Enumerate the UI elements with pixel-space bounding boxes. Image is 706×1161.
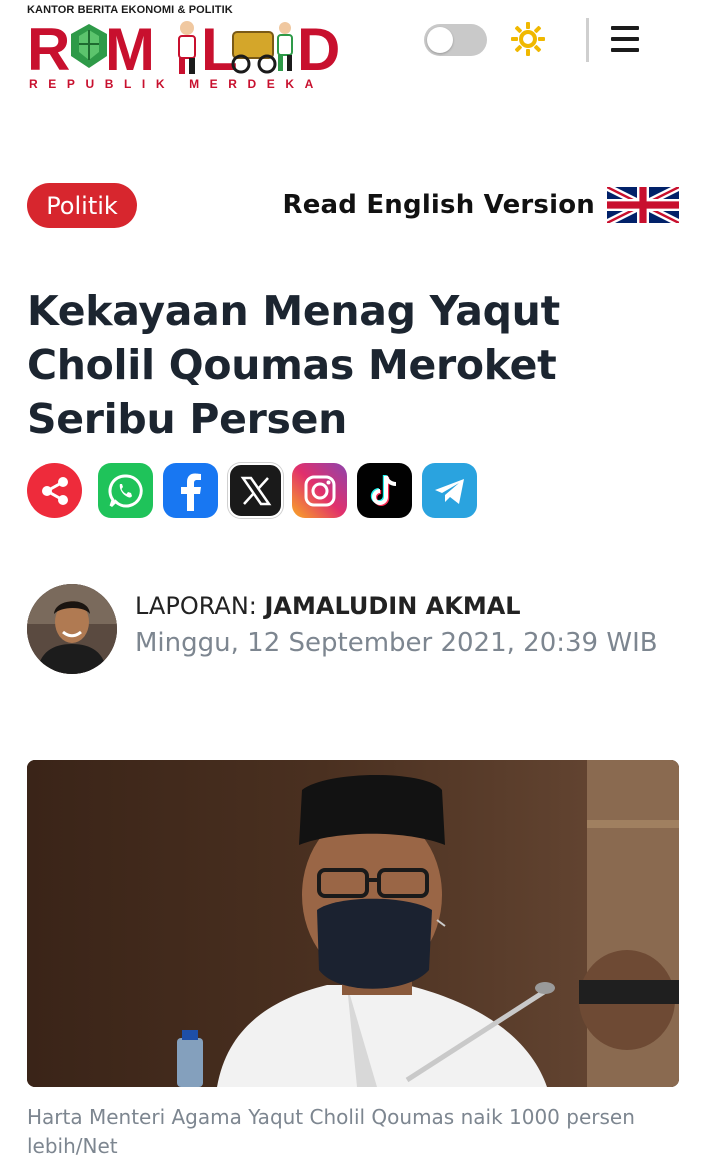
- author-byline: LAPORAN: JAMALUDIN AKMAL: [135, 592, 521, 620]
- hamburger-icon[interactable]: [611, 26, 639, 52]
- logo-wordmark-art: R M L D: [27, 16, 344, 80]
- category-badge[interactable]: Politik: [27, 183, 137, 228]
- logo-subtitle: REPUBLIK MERDEKA: [29, 77, 324, 91]
- site-logo[interactable]: KANTOR BERITA EKONOMI & POLITIK R M L D …: [27, 4, 349, 92]
- x-icon[interactable]: [228, 463, 283, 518]
- header-divider: [586, 18, 589, 62]
- photo-caption: Harta Menteri Agama Yaqut Cholil Qoumas …: [27, 1105, 635, 1158]
- uk-flag-icon: [607, 187, 679, 223]
- article-title: Kekayaan Menag Yaqut Cholil Qoumas Merok…: [27, 287, 560, 443]
- toggle-knob: [427, 27, 453, 53]
- site-header: KANTOR BERITA EKONOMI & POLITIK R M L D …: [0, 0, 706, 100]
- article-photo[interactable]: [27, 760, 679, 1087]
- instagram-icon[interactable]: [292, 463, 347, 518]
- sun-icon[interactable]: [510, 21, 546, 57]
- publish-date: Minggu, 12 September 2021, 20:39 WIB: [135, 628, 658, 658]
- whatsapp-icon[interactable]: [98, 463, 153, 518]
- author-avatar[interactable]: [27, 584, 117, 674]
- share-icon[interactable]: [27, 463, 82, 518]
- read-english-link[interactable]: Read English Version: [282, 184, 679, 226]
- svg-text:R: R: [27, 16, 70, 80]
- tiktok-icon[interactable]: [357, 463, 412, 518]
- author-name[interactable]: JAMALUDIN AKMAL: [265, 592, 521, 620]
- facebook-icon[interactable]: [163, 463, 218, 518]
- svg-text:D: D: [297, 16, 338, 80]
- telegram-icon[interactable]: [422, 463, 477, 518]
- svg-text:M: M: [105, 16, 155, 80]
- byline-prefix: LAPORAN:: [135, 592, 265, 620]
- read-english-label: Read English Version: [282, 190, 595, 220]
- dark-mode-toggle[interactable]: [424, 24, 487, 56]
- logo-tagline: KANTOR BERITA EKONOMI & POLITIK: [27, 4, 233, 16]
